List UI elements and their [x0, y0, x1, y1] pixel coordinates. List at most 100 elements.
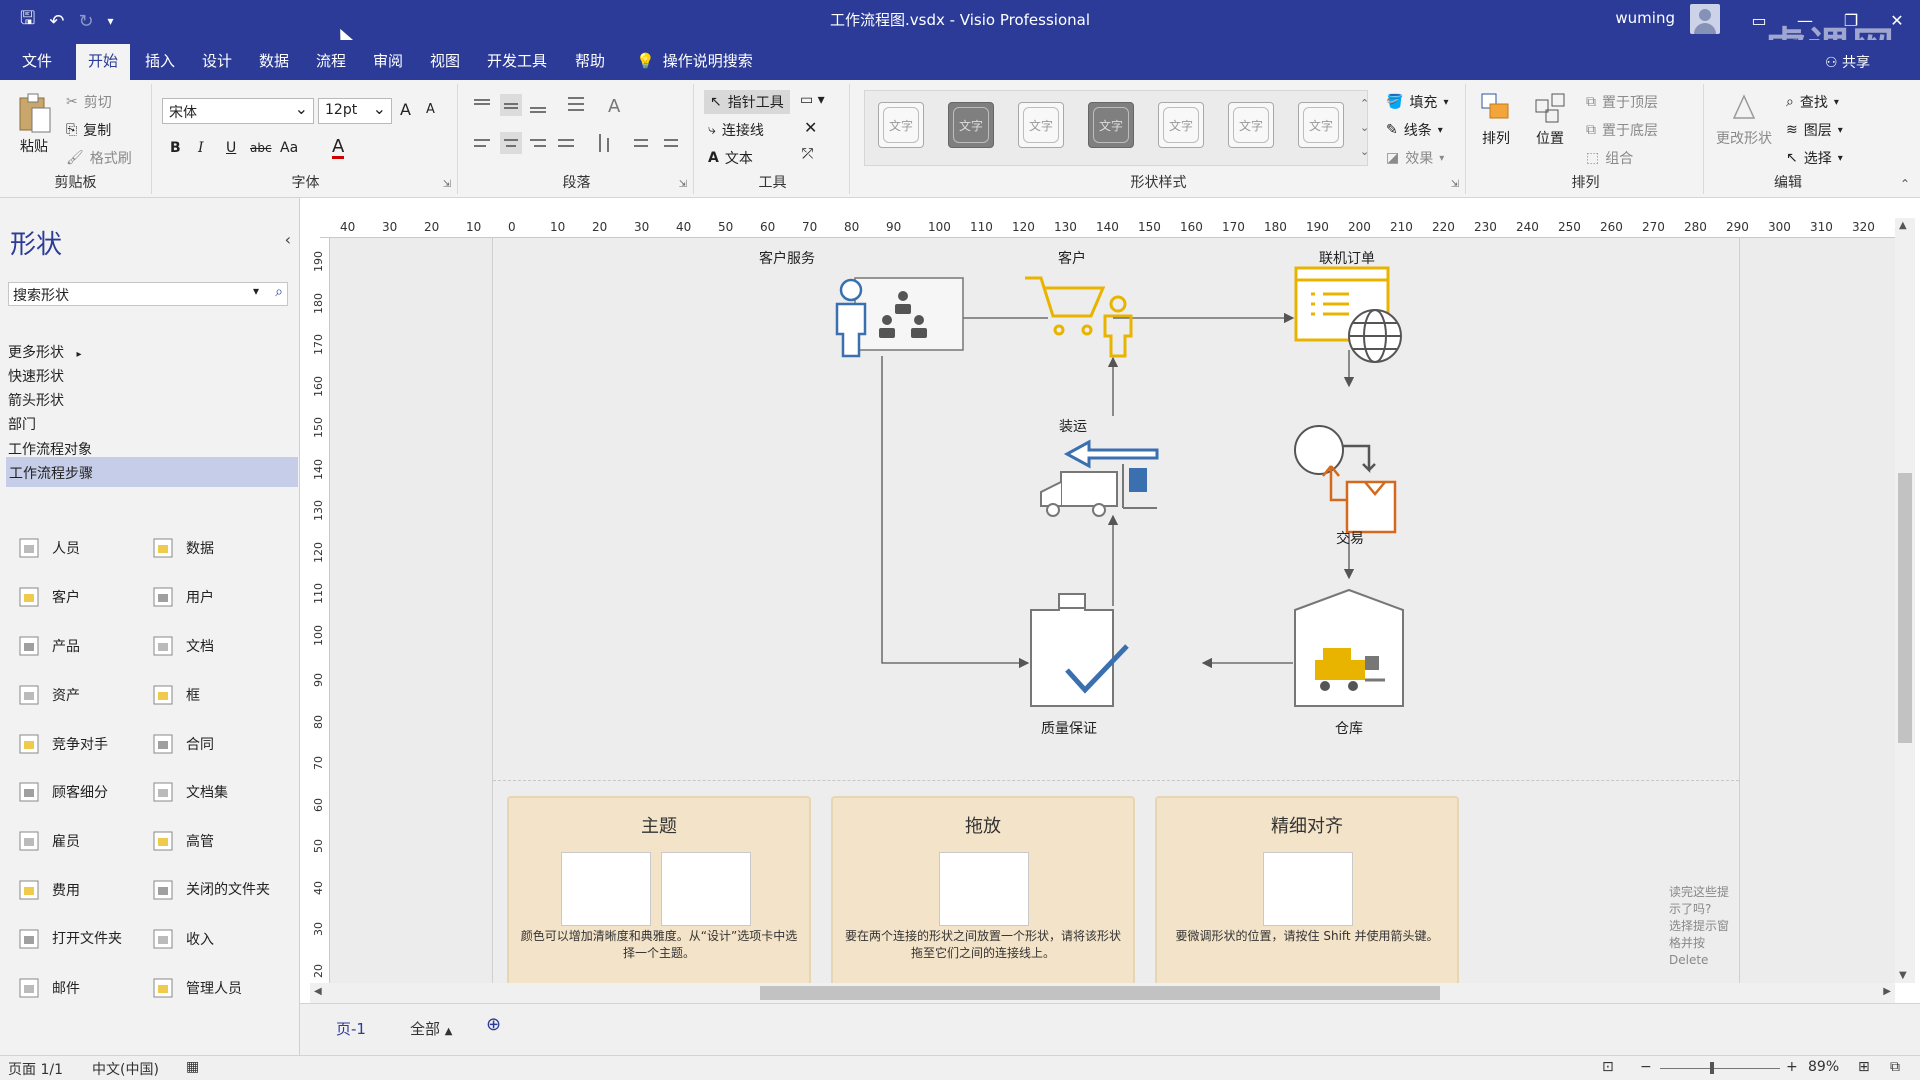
scroll-thumb[interactable] — [1898, 473, 1912, 743]
font-size-select[interactable]: 12pt — [318, 98, 392, 124]
italic-button[interactable]: I — [198, 140, 204, 156]
line-button[interactable]: ✎ 线条 ▾ — [1386, 120, 1443, 140]
shape-item[interactable]: 资产 — [14, 680, 80, 710]
all-pages-button[interactable]: 全部 ▲ — [410, 1018, 453, 1039]
close-icon[interactable]: ✕ — [1874, 0, 1920, 40]
macro-icon[interactable]: ▦ — [186, 1059, 199, 1075]
scroll-thumb[interactable] — [760, 986, 1440, 1000]
shape-item[interactable]: 打开文件夹 — [14, 924, 142, 954]
ribbon-display-icon[interactable]: ▭ — [1736, 0, 1782, 40]
scroll-right-icon[interactable]: ▶ — [1883, 986, 1891, 997]
pointer-tool-button[interactable]: ↖ 指针工具 — [704, 90, 790, 114]
paragraph-buttons[interactable]: A — [468, 90, 688, 170]
arrange-button[interactable]: 排列 — [1478, 90, 1514, 148]
shape-item[interactable]: 高管 — [148, 826, 214, 856]
stencil-more-shapes[interactable]: 更多形状 ▸ — [8, 342, 81, 362]
dialog-launcher-icon[interactable]: ⇲ — [1451, 179, 1459, 190]
dropdown-icon[interactable]: ▾ — [253, 284, 259, 298]
group-button[interactable]: ⬚ 组合 — [1586, 148, 1633, 168]
language-indicator[interactable]: 中文(中国) — [92, 1059, 159, 1079]
scroll-up-icon[interactable]: ▲ — [1899, 220, 1907, 231]
drawing-page[interactable]: 客户服务 客户 联机订单 装运 交易 质量保证 仓库 主题 颜色可以增加清晰度和… — [492, 238, 1740, 983]
avatar[interactable] — [1690, 4, 1720, 34]
collapse-panel-icon[interactable]: ‹ — [285, 230, 291, 249]
zoom-out-icon[interactable]: − — [1640, 1059, 1652, 1075]
zoom-slider[interactable] — [1660, 1068, 1780, 1069]
tab-process[interactable]: 流程 — [316, 50, 346, 71]
scroll-down-icon[interactable]: ▼ — [1899, 970, 1907, 981]
change-case-button[interactable]: Aa — [280, 140, 298, 156]
bring-to-front-button[interactable]: ⧉ 置于顶层 — [1586, 92, 1658, 112]
fill-button[interactable]: 🪣 填充 ▾ — [1386, 92, 1448, 112]
effects-button[interactable]: ◪ 效果 ▾ — [1386, 148, 1444, 168]
font-name-select[interactable]: 宋体 — [162, 98, 314, 124]
connection-point-icon[interactable]: ⤱ — [802, 146, 813, 162]
stencil-workflow-steps[interactable]: 工作流程步骤 — [6, 457, 298, 487]
search-shapes-input[interactable]: 搜索形状 ▾ ⌕ — [8, 282, 288, 306]
fit-window-icon[interactable]: ⊞ — [1858, 1059, 1870, 1075]
stencil-departments[interactable]: 部门 — [8, 414, 36, 434]
fit-page-icon[interactable]: ⊡ — [1602, 1059, 1614, 1075]
horizontal-scrollbar[interactable]: ◀ ▶ — [310, 983, 1895, 1003]
tab-home[interactable]: 开始 — [76, 44, 131, 80]
strikethrough-button[interactable]: abc — [250, 141, 272, 155]
zoom-in-icon[interactable]: + — [1786, 1059, 1798, 1075]
collapse-ribbon-icon[interactable]: ⌃ — [1900, 177, 1910, 191]
tab-help[interactable]: 帮助 — [575, 50, 605, 71]
shape-item[interactable]: 产品 — [14, 631, 80, 661]
gallery-scroll-icons[interactable]: ⌃ ⌄ ⌄ — [1360, 92, 1369, 164]
shape-item[interactable]: 邮件 — [14, 973, 80, 1003]
shape-item[interactable]: 用户 — [148, 582, 214, 612]
format-painter-button[interactable]: 🖌 格式刷 — [66, 148, 132, 168]
cut-button[interactable]: ✂ 剪切 — [66, 92, 112, 112]
switch-window-icon[interactable]: ⧉ — [1890, 1059, 1900, 1075]
shape-item[interactable]: 关闭的文件夹 — [148, 875, 276, 905]
style-thumb[interactable]: 文字 — [1018, 102, 1064, 148]
zoom-level[interactable]: 89% — [1808, 1059, 1839, 1075]
shape-item[interactable]: 管理人员 — [148, 973, 242, 1003]
tab-data[interactable]: 数据 — [259, 50, 289, 71]
user-name[interactable]: wuming — [1615, 9, 1675, 27]
shape-item[interactable]: 雇员 — [14, 826, 80, 856]
tab-insert[interactable]: 插入 — [145, 50, 175, 71]
font-color-button[interactable]: A — [332, 138, 345, 159]
vertical-scrollbar[interactable]: ▲ ▼ — [1895, 218, 1915, 983]
style-thumb[interactable]: 文字 — [878, 102, 924, 148]
shape-item[interactable]: 文档集 — [148, 777, 228, 807]
shape-item[interactable]: 合同 — [148, 729, 214, 759]
send-to-back-button[interactable]: ⧉ 置于底层 — [1586, 120, 1658, 140]
shape-item[interactable]: 客户 — [14, 582, 80, 612]
tab-file[interactable]: 文件 — [22, 50, 52, 71]
underline-button[interactable]: U — [226, 140, 236, 156]
maximize-icon[interactable]: ❐ — [1828, 0, 1874, 40]
stencil-workflow-objects[interactable]: 工作流程对象 — [8, 439, 92, 459]
style-thumb[interactable]: 文字 — [1298, 102, 1344, 148]
page-indicator[interactable]: 页面 1/1 — [8, 1059, 63, 1079]
shape-item[interactable]: 费用 — [14, 875, 80, 905]
share-button[interactable]: ⚇ 共享 — [1825, 52, 1870, 72]
text-tool-button[interactable]: A 文本 — [708, 148, 753, 168]
select-button[interactable]: ↖ 选择 ▾ — [1786, 148, 1843, 168]
tab-review[interactable]: 审阅 — [373, 50, 403, 71]
stencil-quick-shapes[interactable]: 快速形状 — [8, 366, 64, 386]
paste-button[interactable]: 粘贴 — [16, 92, 52, 156]
shape-item[interactable]: 人员 — [14, 533, 80, 563]
tell-me-search[interactable]: 💡 操作说明搜索 — [636, 50, 753, 71]
shape-item[interactable]: 数据 — [148, 533, 214, 563]
find-button[interactable]: ⌕ 查找 ▾ — [1786, 92, 1839, 112]
zoom-slider-knob[interactable] — [1710, 1062, 1714, 1074]
copy-button[interactable]: ⎘ 复制 — [66, 120, 111, 140]
grow-font-button[interactable]: A — [400, 100, 411, 119]
delete-connector-icon[interactable]: ✕ — [804, 118, 817, 137]
shape-item[interactable]: 文档 — [148, 631, 214, 661]
rectangle-tool-button[interactable]: ▭ ▾ — [800, 92, 825, 108]
stencil-arrow-shapes[interactable]: 箭头形状 — [8, 390, 64, 410]
dialog-launcher-icon[interactable]: ⇲ — [679, 179, 687, 190]
tab-developer[interactable]: 开发工具 — [487, 50, 547, 71]
drawing-canvas[interactable]: 客户服务 客户 联机订单 装运 交易 质量保证 仓库 主题 颜色可以增加清晰度和… — [330, 238, 1895, 983]
tab-view[interactable]: 视图 — [430, 50, 460, 71]
page-tab[interactable]: 页-1 — [336, 1018, 366, 1039]
minimize-icon[interactable]: — — [1782, 0, 1828, 40]
style-thumb[interactable]: 文字 — [1228, 102, 1274, 148]
shape-item[interactable]: 竞争对手 — [14, 729, 108, 759]
